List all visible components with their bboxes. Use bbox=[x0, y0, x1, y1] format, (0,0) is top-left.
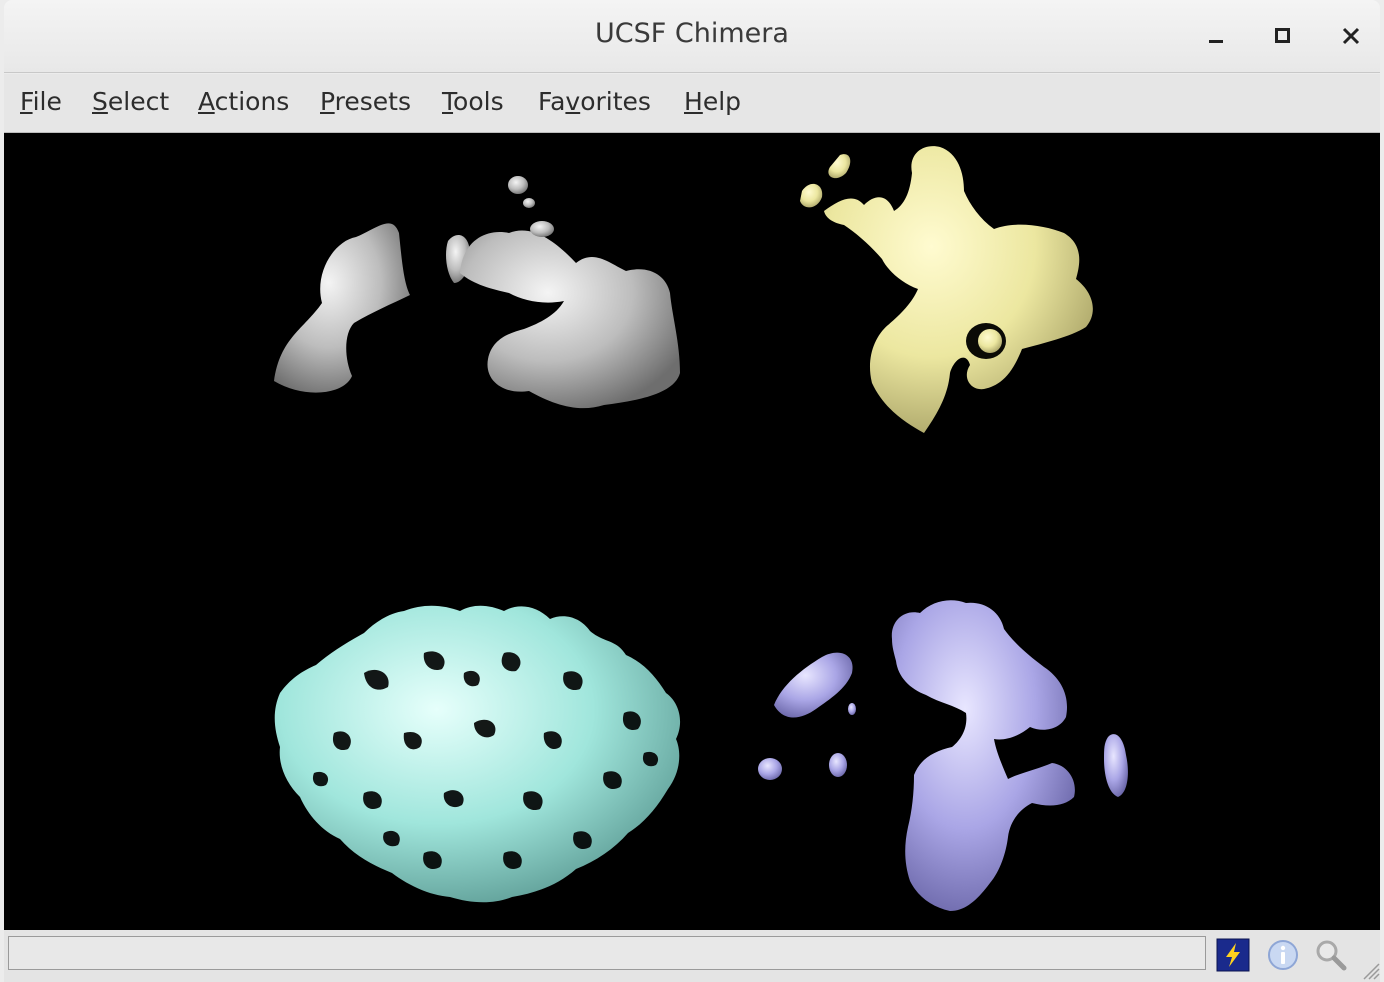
menu-bar: File Select Actions Presets Tools Favori… bbox=[4, 74, 1380, 133]
menu-presets-label: resets bbox=[334, 87, 411, 116]
menu-file-mnemonic: F bbox=[20, 87, 33, 116]
menu-file-label: ile bbox=[32, 87, 62, 116]
magnifier-icon[interactable] bbox=[1314, 938, 1348, 972]
menu-select[interactable]: Select bbox=[92, 87, 169, 116]
menu-help-label: elp bbox=[702, 87, 742, 116]
molecular-scene bbox=[274, 146, 1128, 911]
graphics-viewport[interactable] bbox=[4, 133, 1380, 930]
cyan-volume-surface[interactable] bbox=[274, 605, 681, 903]
menu-select-label: elect bbox=[107, 87, 170, 116]
menu-tools-label: ools bbox=[453, 87, 504, 116]
menu-tools[interactable]: Tools bbox=[442, 87, 504, 116]
chimera-window: UCSF Chimera File Select Actions Presets… bbox=[0, 0, 1384, 982]
menu-actions-label: ctions bbox=[214, 87, 290, 116]
menu-presets[interactable]: Presets bbox=[320, 87, 411, 116]
gray-volume-surface[interactable] bbox=[274, 176, 680, 409]
close-button[interactable] bbox=[1334, 20, 1368, 52]
lightning-icon[interactable] bbox=[1216, 938, 1250, 972]
yellow-volume-surface[interactable] bbox=[800, 146, 1093, 433]
menu-help[interactable]: Help bbox=[684, 87, 741, 116]
lavender-volume-surface[interactable] bbox=[758, 600, 1128, 911]
status-message bbox=[8, 936, 1206, 970]
resize-grip-icon[interactable] bbox=[1360, 960, 1380, 980]
menu-help-mnemonic: H bbox=[684, 87, 703, 116]
menu-favorites-pre: Fa bbox=[538, 87, 566, 116]
menu-favorites-mnemonic: v bbox=[565, 87, 581, 116]
maximize-button[interactable] bbox=[1266, 20, 1300, 52]
menu-file[interactable]: File bbox=[20, 87, 62, 116]
status-bar bbox=[4, 930, 1380, 982]
menu-actions[interactable]: Actions bbox=[198, 87, 289, 116]
minimize-button[interactable] bbox=[1199, 20, 1233, 52]
maximize-icon bbox=[1275, 28, 1290, 43]
window-title: UCSF Chimera bbox=[595, 18, 789, 49]
minimize-icon bbox=[1209, 40, 1223, 43]
menu-tools-mnemonic: T bbox=[442, 87, 454, 116]
menu-actions-mnemonic: A bbox=[198, 87, 215, 116]
menu-favorites-label: orites bbox=[580, 87, 651, 116]
title-bar[interactable]: UCSF Chimera bbox=[4, 0, 1380, 73]
close-icon bbox=[1342, 27, 1360, 45]
menu-favorites[interactable]: Favorites bbox=[538, 87, 651, 116]
menu-select-mnemonic: S bbox=[92, 87, 108, 116]
menu-presets-mnemonic: P bbox=[320, 87, 335, 116]
info-icon[interactable] bbox=[1266, 938, 1300, 972]
